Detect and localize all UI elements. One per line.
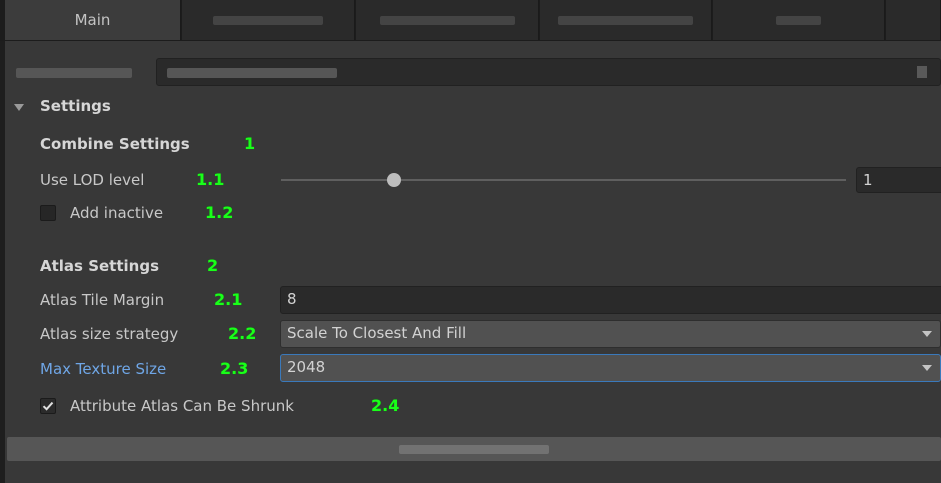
object-picker-icon[interactable] <box>917 66 927 78</box>
tab-main-label: Main <box>74 11 111 29</box>
lod-level-input[interactable]: 1 <box>856 167 941 193</box>
annotation-1: 1 <box>244 134 256 153</box>
atlas-tile-margin-label: Atlas Tile Margin <box>40 291 165 309</box>
add-inactive-label: Add inactive <box>70 204 164 222</box>
combine-settings-heading: Combine Settings <box>40 135 190 153</box>
add-inactive-checkbox[interactable] <box>40 205 56 221</box>
atlas-size-strategy-value: Scale To Closest And Fill <box>287 324 467 342</box>
use-lod-level-label: Use LOD level <box>40 171 145 189</box>
checkmark-icon <box>42 401 54 411</box>
tab-overflow[interactable] <box>886 0 941 40</box>
chevron-down-icon <box>922 331 932 337</box>
atlas-tile-margin-value: 8 <box>287 290 297 308</box>
tab-obscured-4[interactable] <box>713 0 885 40</box>
atlas-tile-margin-input[interactable]: 8 <box>280 286 941 314</box>
annotation-2-1: 2.1 <box>214 290 243 309</box>
annotation-2: 2 <box>207 256 219 275</box>
lod-level-value: 1 <box>863 171 873 189</box>
tab-obscured-1[interactable] <box>182 0 355 40</box>
obscured-text <box>399 444 549 454</box>
obscured-text <box>213 15 323 25</box>
max-texture-size-value: 2048 <box>287 358 326 376</box>
settings-foldout-title[interactable]: Settings <box>40 97 111 115</box>
obscured-field-label <box>16 68 132 78</box>
lod-slider-track[interactable] <box>281 179 846 181</box>
foldout-arrow-icon[interactable] <box>14 104 24 111</box>
annotation-2-3: 2.3 <box>220 359 249 378</box>
obscured-text <box>558 15 693 25</box>
tab-obscured-3[interactable] <box>540 0 712 40</box>
chevron-down-icon <box>922 365 932 371</box>
max-texture-size-label: Max Texture Size <box>40 360 167 378</box>
atlas-can-be-shrunk-checkbox[interactable] <box>40 398 56 414</box>
obscured-action-button[interactable] <box>7 437 941 461</box>
annotation-2-2: 2.2 <box>228 324 257 343</box>
atlas-size-strategy-dropdown[interactable]: Scale To Closest And Fill <box>280 320 941 348</box>
tab-main[interactable]: Main <box>5 0 181 40</box>
annotation-1-1: 1.1 <box>196 170 225 189</box>
annotation-2-4: 2.4 <box>371 396 400 415</box>
atlas-settings-heading: Atlas Settings <box>40 257 159 275</box>
annotation-1-2: 1.2 <box>205 203 234 222</box>
tab-bar: Main <box>0 0 941 41</box>
obscured-text <box>776 15 821 25</box>
obscured-text <box>167 68 337 78</box>
lod-slider-thumb[interactable] <box>387 173 401 187</box>
max-texture-size-dropdown[interactable]: 2048 <box>280 354 941 382</box>
tab-obscured-2[interactable] <box>356 0 539 40</box>
atlas-can-be-shrunk-label: Attribute Atlas Can Be Shrunk <box>70 397 294 415</box>
obscured-text <box>379 15 515 25</box>
obscured-object-field[interactable] <box>156 58 941 86</box>
atlas-size-strategy-label: Atlas size strategy <box>40 325 179 343</box>
